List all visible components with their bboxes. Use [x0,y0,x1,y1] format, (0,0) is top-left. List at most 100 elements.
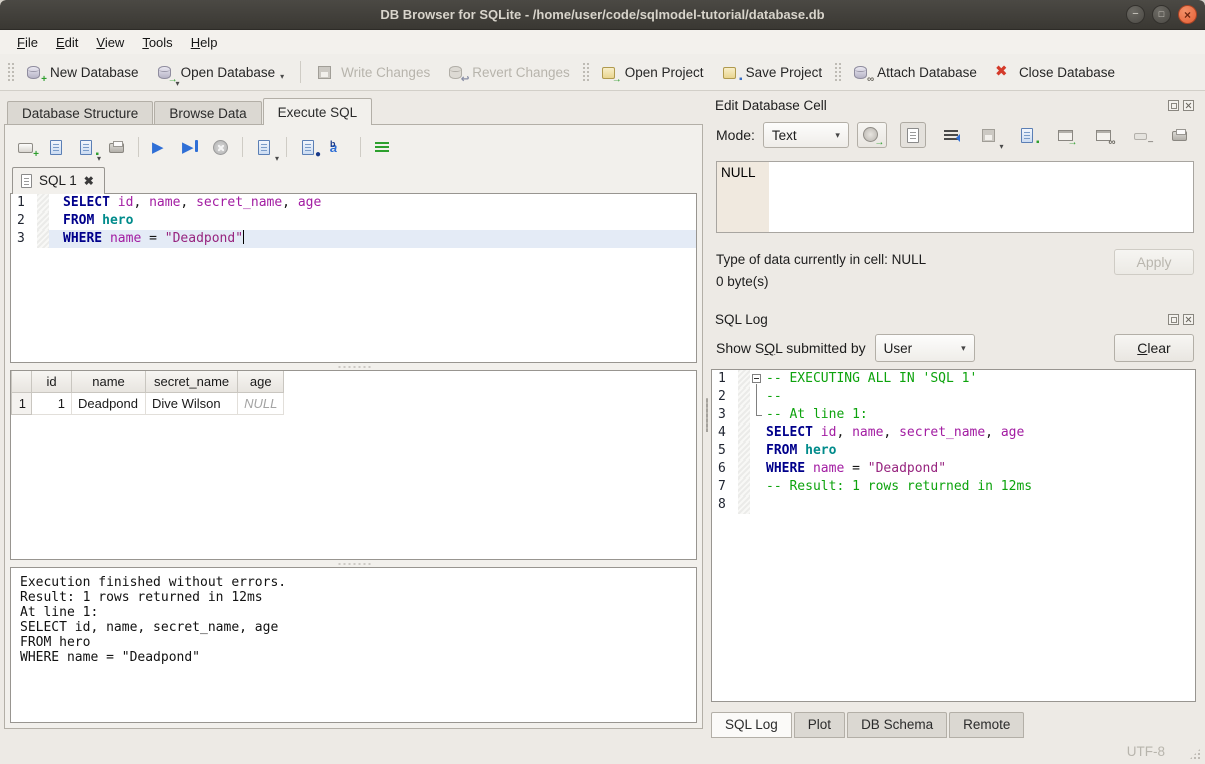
bottom-tab-remote[interactable]: Remote [949,712,1024,738]
import-from-file-button[interactable]: ▾ [976,122,1002,148]
tab-browse-data[interactable]: Browse Data [154,101,261,125]
sql-doc-tab[interactable]: SQL 1 ✖ [12,167,105,194]
toolbar-drag-handle[interactable] [834,62,841,82]
export-to-file-button[interactable]: ▪ [1014,122,1040,148]
tab-execute-sql[interactable]: Execute SQL [263,98,373,125]
apply-button[interactable]: Apply [1114,249,1194,275]
tab-database-structure[interactable]: Database Structure [7,101,153,125]
sql-editor[interactable]: 1SELECT id, name, secret_name, age2FROM … [10,193,697,363]
execute-current-line-button[interactable]: ▶ [178,135,203,159]
cell-age[interactable]: NULL [238,392,284,414]
revert-changes-button[interactable]: ↩Revert Changes [439,59,579,86]
cell-name[interactable]: Deadpond [72,392,146,414]
toolbar-drag-handle[interactable] [7,62,14,82]
execute-all-button[interactable]: ▶ [148,135,173,159]
vertical-splitter[interactable] [704,91,711,738]
fold-marker [750,424,764,442]
menu-view[interactable]: View [87,32,133,53]
mode-select[interactable]: Text ▾ [763,122,849,148]
left-pane: Database StructureBrowse DataExecute SQL… [0,91,704,738]
fold-marker [750,496,764,514]
write-changes-button[interactable]: Write Changes [308,59,439,86]
word-wrap-button[interactable] [370,135,395,159]
open-tab-button[interactable]: + [14,135,39,159]
copy-with-link-button[interactable]: ∞ [1090,122,1116,148]
save-results-button[interactable]: ▾ [252,135,277,159]
main-toolbar: +New Database→▾Open Database▾ Write Chang… [0,54,1205,91]
print-icon [108,139,125,156]
collapse-icon[interactable] [752,374,761,383]
menu-help[interactable]: Help [182,32,227,53]
word-wrap-button[interactable] [938,122,964,148]
code-line: 1SELECT id, name, secret_name, age [11,194,696,212]
line-number: 3 [712,406,738,424]
attach-database-label: Attach Database [877,65,977,80]
code-text: WHERE name = "Deadpond" [49,230,696,248]
column-header-age[interactable]: age [238,371,284,392]
menu-file[interactable]: File [8,32,47,53]
import-text-button[interactable]: → [857,122,887,148]
menu-tools[interactable]: Tools [133,32,181,53]
close-button[interactable]: × [1178,5,1197,24]
column-header-name[interactable]: name [72,371,146,392]
print-button[interactable] [104,135,129,159]
edit-cell-title-label: Edit Database Cell [715,98,827,113]
revert-changes-label: Revert Changes [472,65,570,80]
column-header-id[interactable]: id [32,371,72,392]
chevron-down-icon: ▾ [280,72,284,81]
save-sql-file-icon: ▪▾ [78,139,95,156]
results-message-splitter[interactable] [10,560,697,567]
fold-margin [738,442,750,460]
open-project-button[interactable]: →Open Project [592,59,713,86]
submitter-select[interactable]: User ▾ [875,334,975,362]
cell-secret-name[interactable]: Dive Wilson [146,392,238,414]
close-dock-icon[interactable] [1183,100,1194,111]
close-tab-icon[interactable]: ✖ [84,174,94,188]
bottom-tab-plot[interactable]: Plot [794,712,845,738]
right-pane: Edit Database Cell Mode: Text ▾ → ▾▪→∞− [711,91,1205,738]
fold-marker [750,388,764,406]
save-project-icon: ▪ [722,64,739,81]
attach-database-button[interactable]: ∞Attach Database [844,59,986,86]
fold-margin [738,424,750,442]
clear-button[interactable]: Clear [1114,334,1194,362]
print-cell-button[interactable] [1166,122,1192,148]
open-sql-file-button[interactable] [44,135,69,159]
stop-execution-button[interactable] [208,135,233,159]
table-row[interactable]: 11DeadpondDive WilsonNULL [12,392,284,414]
bottom-tab-db-schema[interactable]: DB Schema [847,712,947,738]
row-number: 1 [12,392,32,414]
app-window: DB Browser for SQLite - /home/user/code/… [0,0,1205,764]
fold-marker[interactable] [750,370,764,388]
line-number: 3 [11,230,37,248]
open-tab-icon: + [18,139,35,156]
import-from-file-icon: ▾ [981,127,998,144]
bottom-tab-sql-log[interactable]: SQL Log [711,712,792,738]
new-database-button[interactable]: +New Database [17,59,148,86]
float-dock-icon[interactable] [1168,314,1179,325]
editor-results-splitter[interactable] [10,363,697,370]
auto-completion-button[interactable]: ba [326,135,351,159]
open-in-external-button[interactable]: → [1052,122,1078,148]
main-tab-bar: Database StructureBrowse DataExecute SQL [4,98,704,125]
float-dock-icon[interactable] [1168,100,1179,111]
menu-edit[interactable]: Edit [47,32,87,53]
set-null-button[interactable]: − [1128,122,1154,148]
line-number: 2 [11,212,37,230]
column-header-secret-name[interactable]: secret_name [146,371,238,392]
open-database-button[interactable]: →▾Open Database▾ [148,59,294,86]
maximize-button[interactable]: □ [1152,5,1171,24]
code-line: 6WHERE name = "Deadpond" [712,460,1195,478]
text-mode-button[interactable] [900,122,926,148]
cell-id[interactable]: 1 [32,392,72,414]
close-database-button[interactable]: ✖Close Database [986,59,1124,86]
cell-editor[interactable]: NULL [716,161,1194,233]
find-replace-icon: ● [300,139,317,156]
minimize-button[interactable]: − [1126,5,1145,24]
close-dock-icon[interactable] [1183,314,1194,325]
find-replace-button[interactable]: ● [296,135,321,159]
resize-grip[interactable] [1189,748,1201,760]
toolbar-drag-handle[interactable] [582,62,589,82]
save-project-button[interactable]: ▪Save Project [713,59,832,86]
save-sql-file-button[interactable]: ▪▾ [74,135,99,159]
